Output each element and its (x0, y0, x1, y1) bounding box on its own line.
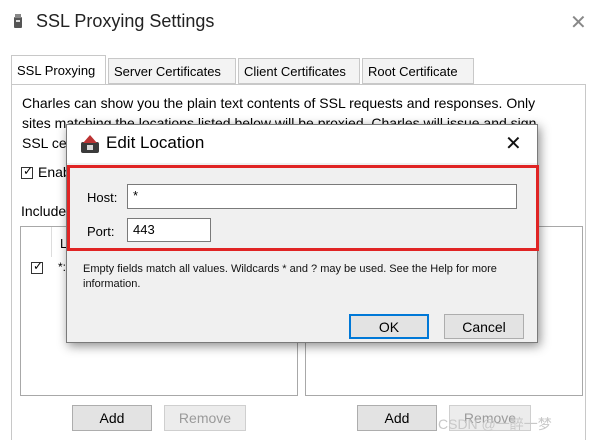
include-label: Include (21, 203, 67, 219)
dialog-close-icon[interactable]: ✕ (505, 131, 522, 156)
tab-ssl-proxying[interactable]: SSL Proxying (11, 55, 106, 85)
include-remove-button[interactable]: Remove (164, 405, 246, 431)
dialog-title: Edit Location (106, 133, 205, 152)
window-close-icon[interactable]: ✕ (570, 10, 587, 35)
app-icon (14, 14, 22, 28)
description-line-1: Charles can show you the plain text cont… (22, 95, 536, 111)
enable-ssl-checkbox[interactable] (21, 164, 33, 179)
highlight-box (67, 165, 539, 251)
dialog-help-note: Empty fields match all values. Wildcards… (83, 263, 497, 290)
charles-pot-icon (81, 135, 99, 153)
window-title: SSL Proxying Settings (36, 11, 215, 31)
ok-button[interactable]: OK (349, 314, 429, 339)
tab-client-certificates[interactable]: Client Certificates (238, 58, 360, 84)
cancel-button[interactable]: Cancel (444, 314, 524, 339)
exclude-add-button[interactable]: Add (357, 405, 437, 431)
include-add-button[interactable]: Add (72, 405, 152, 431)
include-list-divider (51, 227, 52, 257)
tab-root-certificate[interactable]: Root Certificate (362, 58, 474, 84)
tab-server-certificates[interactable]: Server Certificates (108, 58, 236, 84)
include-row-text[interactable]: *: (58, 260, 66, 274)
watermark: CSDN @一醉一梦 (438, 416, 552, 432)
include-row-checkbox[interactable] (31, 259, 43, 274)
